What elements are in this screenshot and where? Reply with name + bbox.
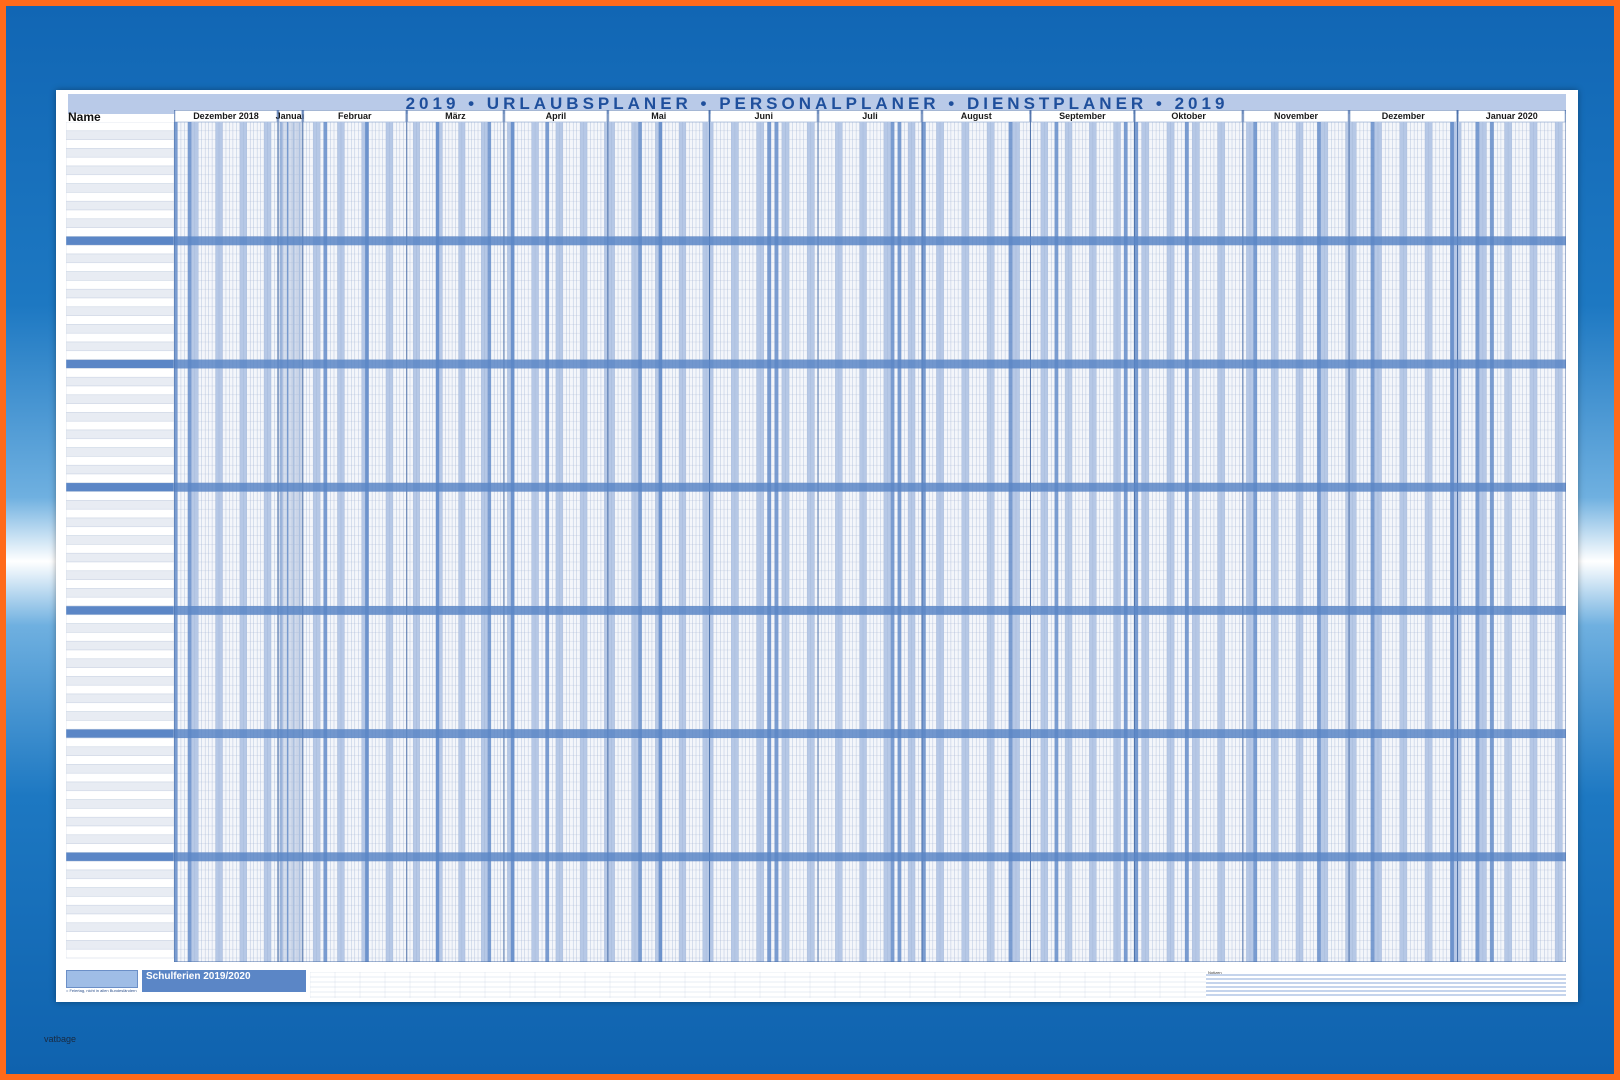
school-holidays-title: Schulferien 2019/2020 xyxy=(146,971,251,982)
month-label: Februar xyxy=(338,111,372,121)
notes-label: Notizen xyxy=(1208,970,1222,975)
month-label: März xyxy=(445,111,466,121)
month-label: Dezember 2018 xyxy=(193,111,259,121)
month-label: April xyxy=(546,111,567,121)
month-label: September xyxy=(1059,111,1106,121)
month-label: Oktober xyxy=(1171,111,1206,121)
name-column xyxy=(66,122,174,959)
month-label: Januar xyxy=(276,111,306,121)
month-label: Mai xyxy=(651,111,666,121)
notes-area xyxy=(1206,974,1566,996)
month-label: August xyxy=(961,111,992,121)
holiday-legend-text: = Feiertag, nicht in allen Bundesländern xyxy=(66,988,137,993)
calendar-grid: Dezember 2018 Januar Februar März April Mai Ju… xyxy=(174,110,1566,962)
month-label: Januar 2020 xyxy=(1486,111,1538,121)
month-label: Dezember xyxy=(1382,111,1426,121)
poster-background: 2019 • URLAUBSPLANER • PERSONALPLANER • … xyxy=(6,6,1614,1074)
planner-poster: 2019 • URLAUBSPLANER • PERSONALPLANER • … xyxy=(56,90,1578,1002)
school-holidays-table xyxy=(310,972,1206,998)
watermark: vatbage xyxy=(44,1034,77,1044)
holiday-legend-swatch xyxy=(66,970,138,988)
month-label: November xyxy=(1274,111,1319,121)
month-label: Juni xyxy=(755,111,774,121)
month-label: Juli xyxy=(862,111,878,121)
